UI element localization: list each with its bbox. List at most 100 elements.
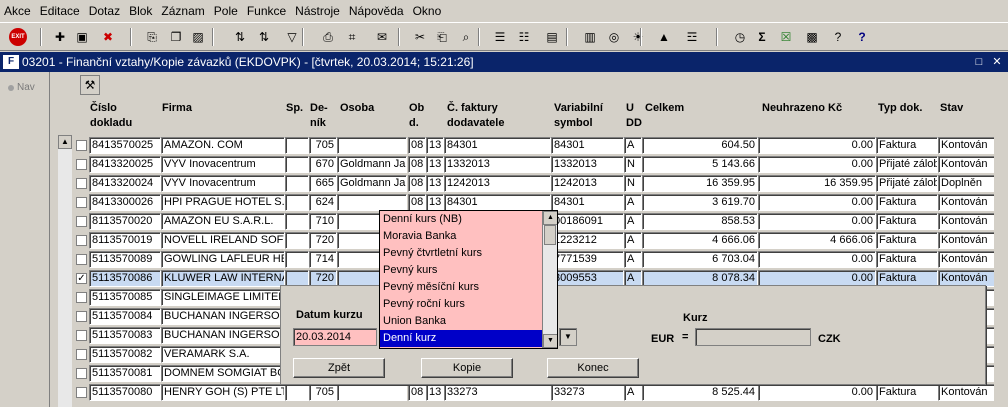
duplicate-icon[interactable]: ❐ [166,27,186,47]
cell-cislo-dokladu[interactable]: 8413320024 [89,175,161,192]
menu-item-2[interactable]: Dotaz [89,4,120,18]
cell-obd-year[interactable]: 13 [426,194,444,211]
cell-cislo-faktury[interactable]: 84301 [444,137,551,154]
cell-firma[interactable]: AMAZON. COM [161,137,285,154]
cell-udd[interactable]: A [624,137,642,154]
nav-option[interactable]: Nav [8,82,35,93]
add-record-icon[interactable]: ✚ [50,27,70,47]
filter-icon[interactable]: ▽ [282,27,302,47]
cell-variabilni-symbol[interactable]: 1242013 [551,175,624,192]
dropdown-option[interactable]: Pevný měsíční kurs [380,279,542,296]
cell-typ-dok[interactable]: Přijaté zálob [876,175,938,192]
cell-celkem[interactable]: 604.50 [642,137,758,154]
cell-firma[interactable]: VERAMARK S.A. [161,346,285,363]
cell-variabilni-symbol[interactable]: 84301 [551,137,624,154]
cell-typ-dok[interactable]: Přijaté zálob [876,156,938,173]
cell-stav[interactable]: Kontován [938,232,1002,249]
cell-sp[interactable] [285,137,309,154]
sigma-icon[interactable]: Σ [752,27,772,47]
row-checkbox[interactable] [76,387,87,398]
cell-osoba[interactable]: Goldmann Jar [337,156,407,173]
cell-firma[interactable]: HPI PRAGUE HOTEL S.R. [161,194,285,211]
cell-obd-month[interactable]: 08 [408,137,426,154]
cell-typ-dok[interactable]: Faktura [876,251,938,268]
cell-cislo-dokladu[interactable]: 5113570081 [89,365,161,382]
cell-cislo-dokladu[interactable]: 5113570089 [89,251,161,268]
cell-neuhrazeno[interactable]: 0.00 [758,213,876,230]
clock-icon[interactable]: ◷ [730,27,750,47]
delete-record-icon[interactable]: ✖ [98,27,118,47]
cell-firma[interactable]: NOVELL IRELAND SOFTV [161,232,285,249]
cell-typ-dok[interactable]: Faktura [876,137,938,154]
image-icon[interactable]: ▩ [802,27,822,47]
cell-variabilni-symbol[interactable]: 33273 [551,384,624,401]
sort-desc-icon[interactable]: ⇅ [254,27,274,47]
cell-sp[interactable] [285,251,309,268]
cell-firma[interactable]: GOWLING LAFLEUR HEN [161,251,285,268]
cell-denik[interactable]: 670 [309,156,337,173]
dropdown-option[interactable]: Moravia Banka [380,228,542,245]
cell-typ-dok[interactable]: Faktura [876,213,938,230]
cell-firma[interactable]: VYV Inovacentrum [161,156,285,173]
row-checkbox[interactable] [76,178,87,189]
help-context-icon[interactable]: ? [852,27,872,47]
cell-celkem[interactable]: 8 525.44 [642,384,758,401]
cell-variabilni-symbol[interactable]: 7771539 [551,251,624,268]
copy-record-icon[interactable]: ⎘ [142,27,162,47]
cell-firma[interactable]: KLUWER LAW INTERNAT [161,270,285,287]
cell-osoba[interactable]: Goldmann Jar [337,175,407,192]
cell-neuhrazeno[interactable]: 16 359.95 [758,175,876,192]
menu-item-7[interactable]: Nástroje [295,4,340,18]
cell-stav[interactable]: Kontován [938,194,1002,211]
cell-denik[interactable]: 705 [309,137,337,154]
cell-celkem[interactable]: 3 619.70 [642,194,758,211]
cell-firma[interactable]: HENRY GOH (S) PTE LT [161,384,285,401]
cell-udd[interactable]: A [624,194,642,211]
cell-sp[interactable] [285,384,309,401]
cell-variabilni-symbol[interactable]: 84301 [551,194,624,211]
columns-icon[interactable]: ☷ [514,27,534,47]
row-checkbox[interactable] [76,368,87,379]
cell-denik[interactable]: 705 [309,384,337,401]
zpet-button[interactable]: Zpět [293,358,385,378]
row-checkbox[interactable] [76,140,87,151]
menu-item-8[interactable]: Nápověda [349,4,404,18]
menu-item-3[interactable]: Blok [129,4,152,18]
attach-icon[interactable]: ▥ [580,27,600,47]
cell-firma[interactable]: VYV Inovacentrum [161,175,285,192]
row-checkbox[interactable] [76,254,87,265]
cell-udd[interactable]: A [624,384,642,401]
cell-variabilni-symbol[interactable]: 1332013 [551,156,624,173]
table-row[interactable]: 5113570080 HENRY GOH (S) PTE LT 705 08 13 332… [0,383,1008,402]
notes-icon[interactable]: ▤ [542,27,562,47]
cell-udd[interactable]: A [624,232,642,249]
menu-item-9[interactable]: Okno [413,4,442,18]
row-checkbox[interactable] [76,349,87,360]
kurz-input[interactable] [695,328,811,346]
menu-item-1[interactable]: Editace [40,4,80,18]
cell-denik[interactable]: 720 [309,232,337,249]
dropdown-scrollbar[interactable]: ▲ ▼ [542,211,557,348]
row-checkbox[interactable] [76,330,87,341]
row-checkbox[interactable]: ✓ [76,273,87,284]
list-icon[interactable]: ☰ [490,27,510,47]
cut-icon[interactable]: ✂ [410,27,430,47]
cell-neuhrazeno[interactable]: 0.00 [758,384,876,401]
close-icon[interactable]: ✕ [990,55,1004,69]
mail-icon[interactable]: ✉ [372,27,392,47]
cell-cislo-dokladu[interactable]: 8413320025 [89,156,161,173]
cell-cislo-faktury[interactable]: 1242013 [444,175,551,192]
kurz-type-dropdown[interactable]: Denní kurs (NB) Moravia Banka Pevný čtvrtl… [379,210,558,349]
row-checkbox[interactable] [76,235,87,246]
cell-udd[interactable]: A [624,213,642,230]
cell-obd-year[interactable]: 13 [426,156,444,173]
sun-icon[interactable]: ☀ [628,27,648,47]
sort-asc-icon[interactable]: ⇅ [230,27,250,47]
cell-cislo-faktury[interactable]: 33273 [444,384,551,401]
cell-cislo-dokladu[interactable]: 5113570083 [89,327,161,344]
cell-cislo-faktury[interactable]: 1332013 [444,156,551,173]
cell-celkem[interactable]: 5 143.66 [642,156,758,173]
excel-icon[interactable]: ☒ [776,27,796,47]
menu-item-6[interactable]: Funkce [247,4,286,18]
cell-udd[interactable]: N [624,175,642,192]
